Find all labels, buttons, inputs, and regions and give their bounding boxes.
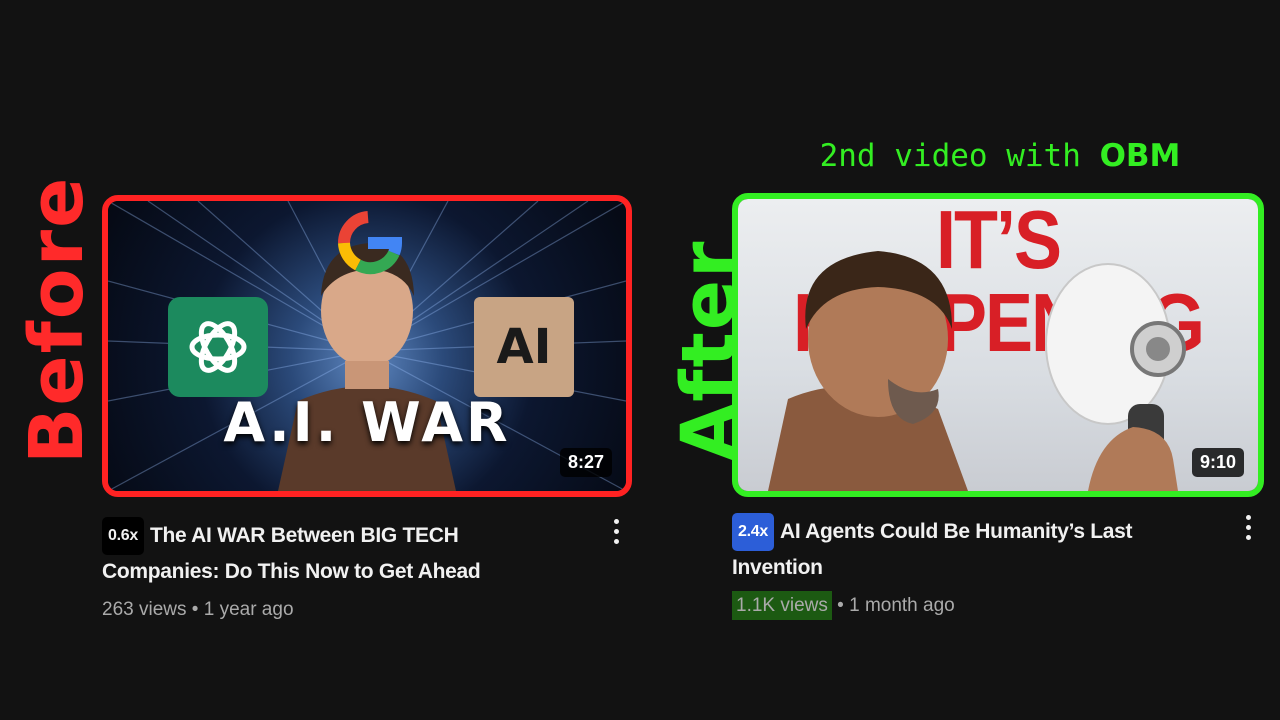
separator-dot: • (837, 595, 844, 616)
thumbnail-title: A.I. WAR (223, 391, 511, 454)
upload-age: 1 month ago (849, 595, 955, 616)
video-stats: 263 views • 1 year ago (102, 599, 632, 621)
separator-dot: • (191, 599, 199, 620)
video-card-before[interactable]: AI A.I. WAR 8:27 0.6x The AI WAR Between … (102, 195, 632, 621)
caption-highlight: OBM (1099, 138, 1181, 174)
video-card-after[interactable]: IT’S HAPPENING 9:10 2.4x AI Agents Could … (732, 193, 1264, 620)
more-options-icon[interactable] (614, 519, 622, 549)
caption-prefix: 2nd video with (819, 138, 1100, 174)
video-title-text: AI Agents Could Be Humanity’s Last Inven… (732, 520, 1133, 579)
openai-logo-icon (168, 297, 268, 397)
before-label: Before (14, 175, 100, 464)
more-options-icon[interactable] (1246, 515, 1254, 545)
video-title[interactable]: 2.4x AI Agents Could Be Humanity’s Last I… (732, 513, 1202, 585)
upload-age: 1 year ago (203, 599, 294, 620)
speed-badge: 0.6x (102, 517, 144, 555)
duration-badge: 9:10 (1191, 448, 1244, 477)
obm-caption: 2nd video with OBM (740, 138, 1260, 174)
video-thumbnail[interactable]: IT’S HAPPENING 9:10 (732, 193, 1264, 497)
video-meta: 2.4x AI Agents Could Be Humanity’s Last I… (732, 513, 1264, 620)
video-title[interactable]: 0.6x The AI WAR Between BIG TECH Companie… (102, 517, 572, 589)
video-thumbnail[interactable]: AI A.I. WAR 8:27 (102, 195, 632, 497)
video-title-text: The AI WAR Between BIG TECH Companies: D… (102, 524, 481, 583)
anthropic-logo-icon: AI (474, 297, 574, 397)
view-count: 263 views (102, 599, 187, 620)
duration-badge: 8:27 (559, 448, 612, 477)
video-meta: 0.6x The AI WAR Between BIG TECH Companie… (102, 517, 632, 621)
video-stats: 1.1K views • 1 month ago (732, 591, 1264, 620)
speed-badge: 2.4x (732, 513, 774, 551)
neanderthal-robot-illustration (768, 251, 1186, 491)
view-count-highlighted: 1.1K views (732, 591, 832, 620)
